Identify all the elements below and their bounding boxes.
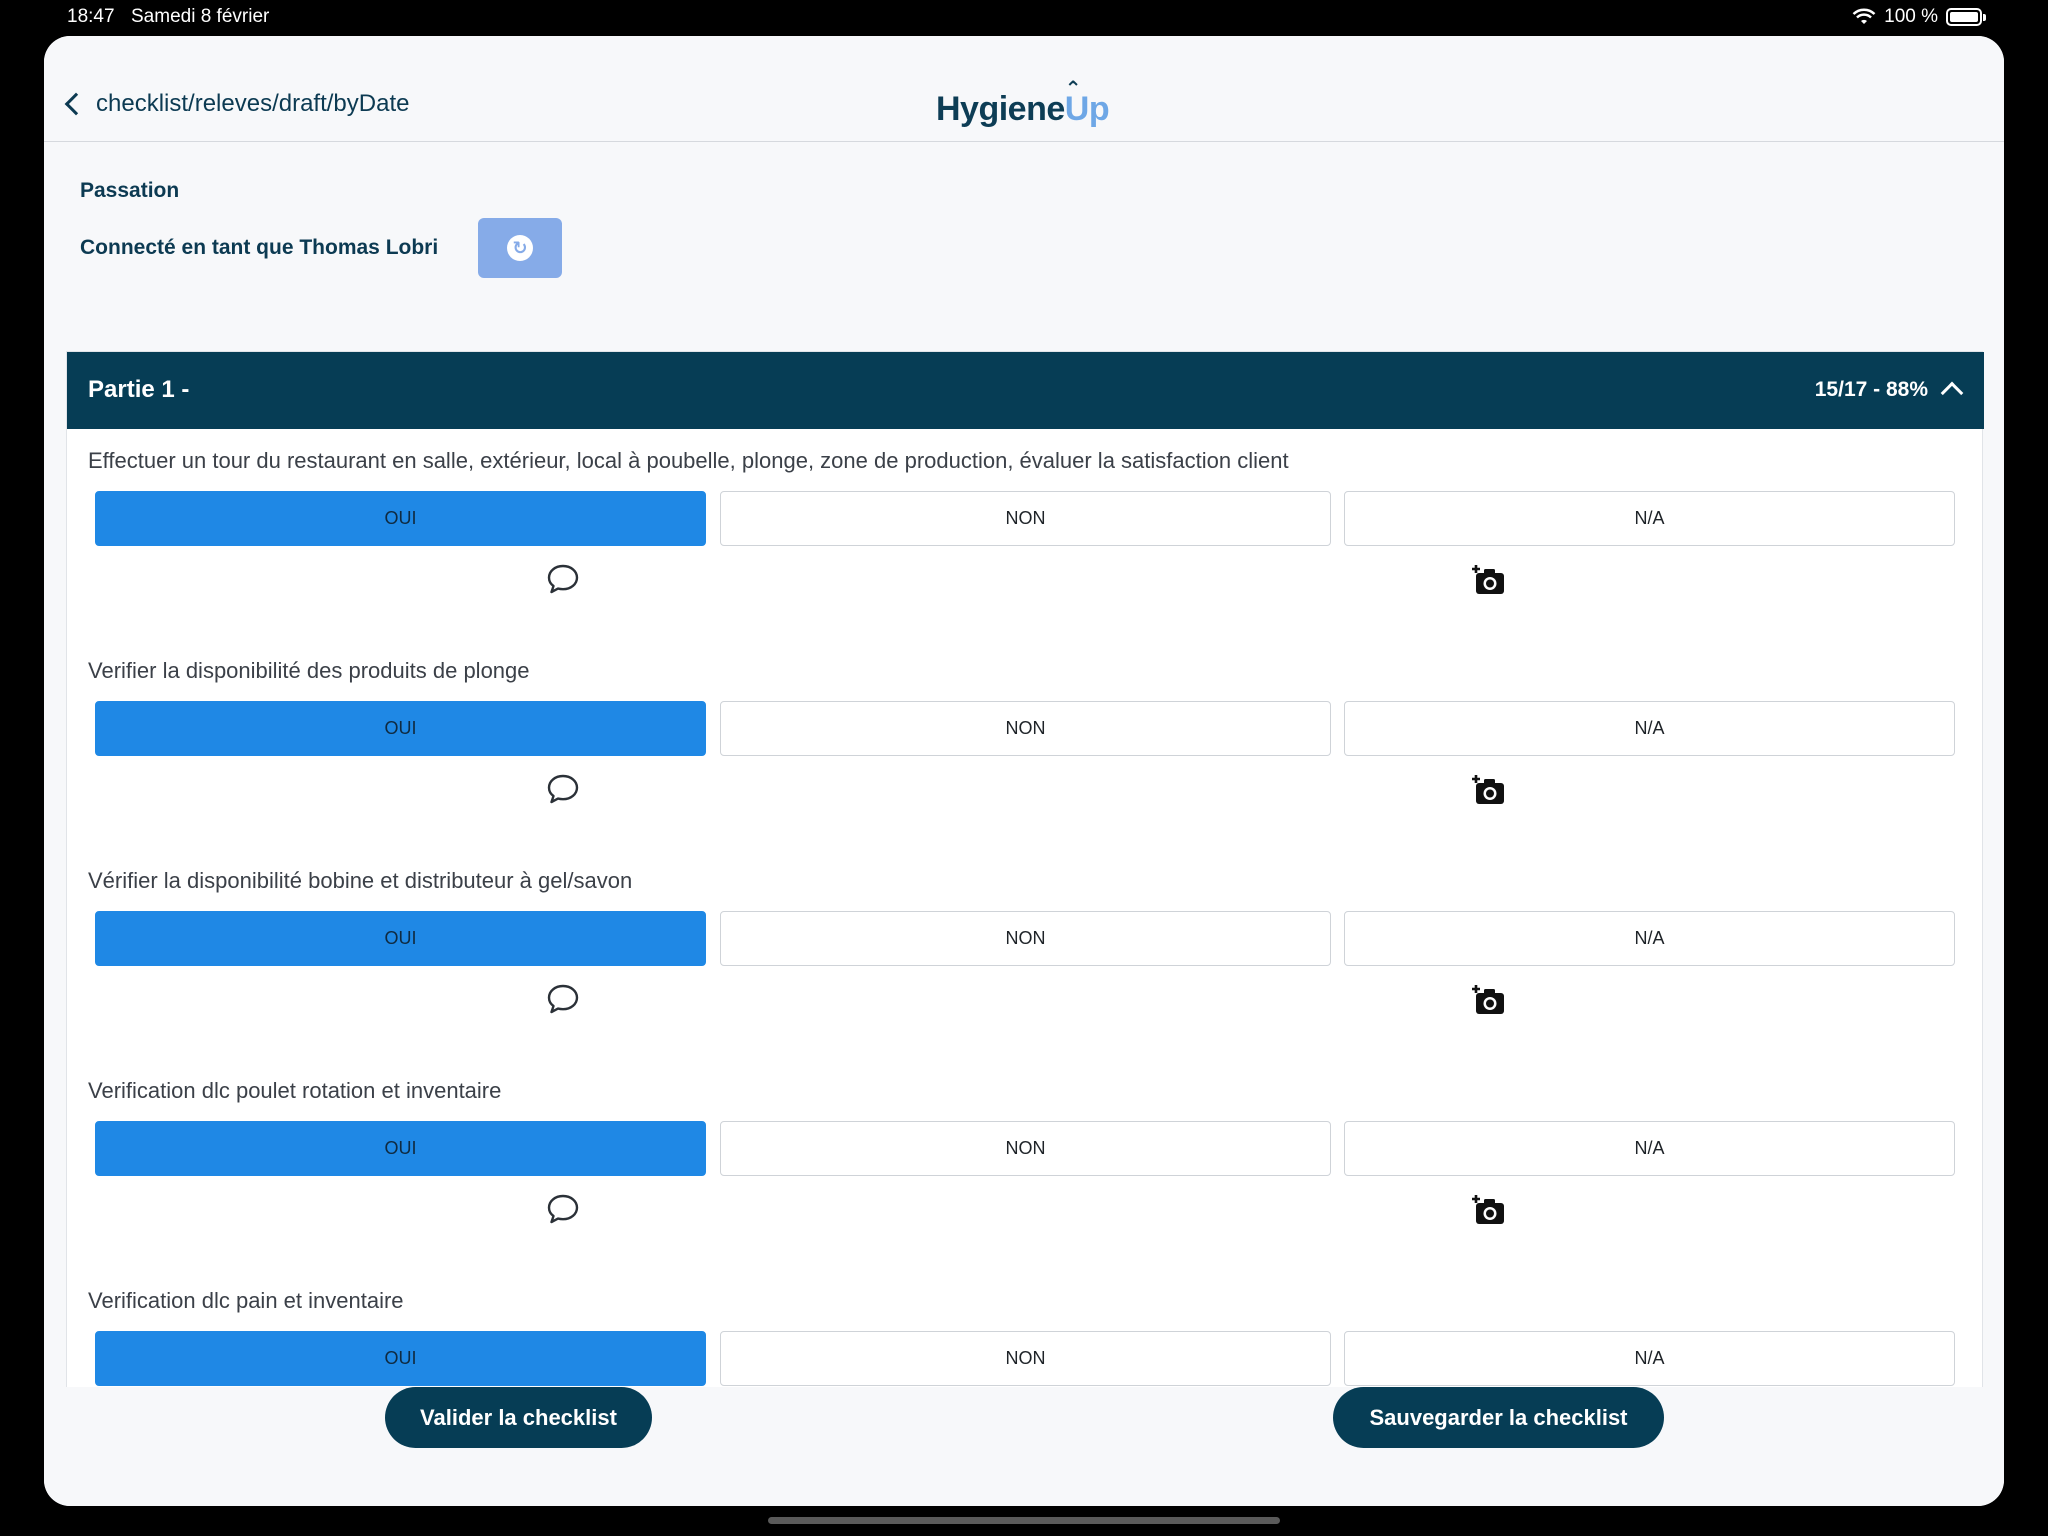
comment-icon[interactable] bbox=[547, 984, 579, 1014]
checklist-card: Partie 1 - 15/17 - 88% Effectuer un tour… bbox=[66, 351, 1984, 1387]
status-bar: 18:47 Samedi 8 février 100 % bbox=[0, 0, 2048, 36]
main-content[interactable]: Passation Connecté en tant que Thomas Lo… bbox=[44, 143, 2004, 1387]
checklist-item: Vérifier la disponibilité bobine et dist… bbox=[67, 849, 1984, 1059]
back-button[interactable]: checklist/releves/draft/byDate bbox=[60, 90, 409, 118]
chevron-left-icon bbox=[64, 92, 88, 116]
wifi-icon bbox=[1852, 8, 1876, 24]
add-photo-icon[interactable] bbox=[1471, 774, 1505, 806]
answer-no-button[interactable]: NON bbox=[720, 1331, 1331, 1386]
answer-no-button[interactable]: NON bbox=[720, 1121, 1331, 1176]
refresh-icon: ↻ bbox=[507, 235, 533, 261]
question-label: Verification dlc pain et inventaire bbox=[88, 1288, 404, 1313]
answer-na-button[interactable]: N/A bbox=[1344, 1331, 1955, 1386]
question-label: Vérifier la disponibilité bobine et dist… bbox=[88, 868, 633, 893]
card-title: Partie 1 - bbox=[88, 376, 190, 403]
answer-na-button[interactable]: N/A bbox=[1344, 1121, 1955, 1176]
checklist-item: Verifier la disponibilité des produits d… bbox=[67, 639, 1984, 849]
logo-arrow-icon: ⌃ bbox=[1064, 78, 1082, 100]
section-label: Passation bbox=[80, 179, 180, 202]
card-header[interactable]: Partie 1 - 15/17 - 88% bbox=[67, 352, 1984, 429]
question-label: Verification dlc poulet rotation et inve… bbox=[88, 1078, 502, 1103]
answer-no-button[interactable]: NON bbox=[720, 911, 1331, 966]
nav-bar: checklist/releves/draft/byDate Hygiene ⌃ U… bbox=[44, 36, 2004, 142]
answer-na-button[interactable]: N/A bbox=[1344, 491, 1955, 546]
status-right: 100 % bbox=[1852, 6, 1986, 28]
answer-no-button[interactable]: NON bbox=[720, 701, 1331, 756]
battery-percent: 100 % bbox=[1884, 6, 1938, 27]
refresh-button[interactable]: ↻ bbox=[478, 218, 562, 278]
answer-na-button[interactable]: N/A bbox=[1344, 701, 1955, 756]
answer-na-button[interactable]: N/A bbox=[1344, 911, 1955, 966]
answer-yes-button[interactable]: OUI bbox=[95, 911, 706, 966]
add-photo-icon[interactable] bbox=[1471, 984, 1505, 1016]
checklist-item: Effectuer un tour du restaurant en salle… bbox=[67, 429, 1984, 639]
battery-icon bbox=[1946, 8, 1986, 26]
comment-icon[interactable] bbox=[547, 1194, 579, 1224]
question-label: Verifier la disponibilité des produits d… bbox=[88, 658, 530, 683]
comment-icon[interactable] bbox=[547, 774, 579, 804]
connected-user: Connecté en tant que Thomas Lobri bbox=[80, 236, 439, 259]
save-checklist-button[interactable]: Sauvegarder la checklist bbox=[1333, 1387, 1664, 1448]
answer-yes-button[interactable]: OUI bbox=[95, 1121, 706, 1176]
comment-icon[interactable] bbox=[547, 564, 579, 594]
app-window: checklist/releves/draft/byDate Hygiene ⌃ U… bbox=[44, 36, 2004, 1506]
answer-yes-button[interactable]: OUI bbox=[95, 701, 706, 756]
answer-no-button[interactable]: NON bbox=[720, 491, 1331, 546]
checklist-item: Verification dlc pain et inventaire OUI … bbox=[67, 1269, 1984, 1387]
status-date: Samedi 8 février bbox=[131, 6, 270, 27]
add-photo-icon[interactable] bbox=[1471, 564, 1505, 596]
chevron-up-icon[interactable] bbox=[1940, 381, 1964, 405]
answer-yes-button[interactable]: OUI bbox=[95, 1331, 706, 1386]
status-time: 18:47 bbox=[67, 6, 115, 27]
checklist-item: Verification dlc poulet rotation et inve… bbox=[67, 1059, 1984, 1269]
validate-checklist-button[interactable]: Valider la checklist bbox=[385, 1387, 652, 1448]
logo-main: Hygiene bbox=[936, 90, 1065, 128]
question-label: Effectuer un tour du restaurant en salle… bbox=[88, 448, 1289, 473]
home-indicator[interactable] bbox=[768, 1517, 1280, 1524]
footer-bar: Valider la checklist Sauvegarder la chec… bbox=[44, 1387, 2004, 1506]
back-label: checklist/releves/draft/byDate bbox=[96, 90, 410, 117]
answer-yes-button[interactable]: OUI bbox=[95, 491, 706, 546]
card-progress: 15/17 - 88% bbox=[1814, 378, 1928, 401]
app-logo: Hygiene ⌃ Up bbox=[936, 78, 1110, 129]
add-photo-icon[interactable] bbox=[1471, 1194, 1505, 1226]
